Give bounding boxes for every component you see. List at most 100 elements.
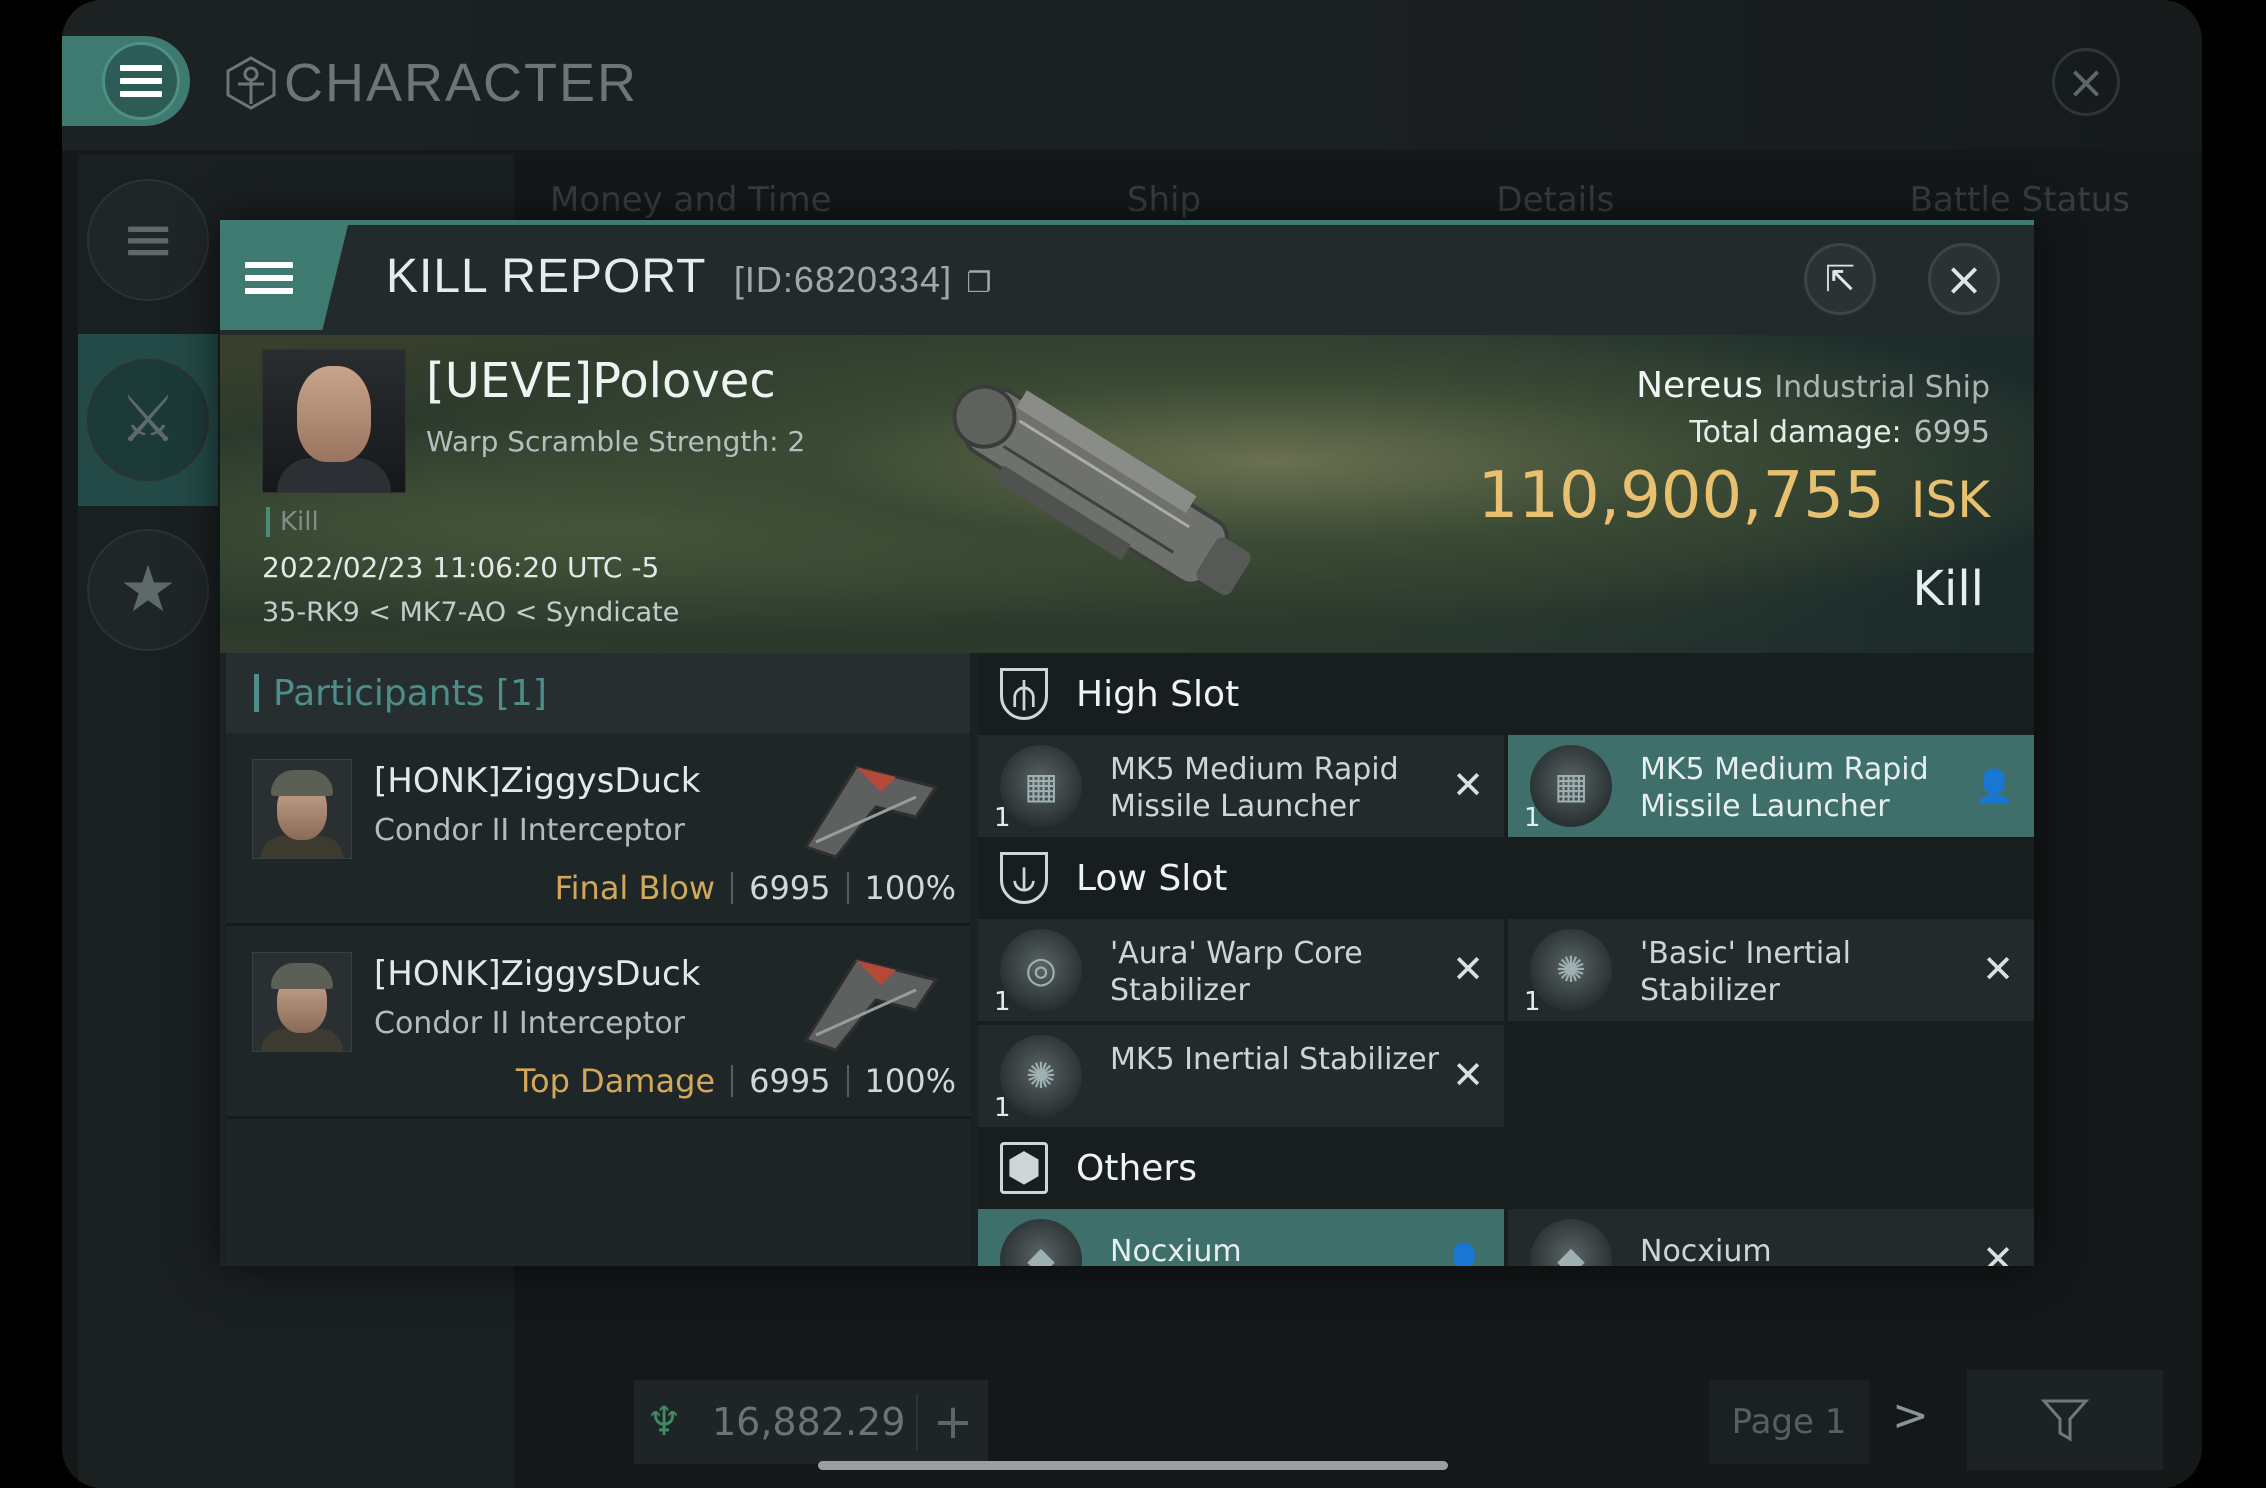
ore-icon: ◆ <box>1530 1219 1612 1266</box>
close-icon: ✕ <box>1452 1053 1484 1097</box>
close-icon: × <box>1944 252 1984 306</box>
crossed-swords-icon: ⚔ <box>87 359 209 481</box>
close-icon: ✕ <box>1982 1237 2014 1266</box>
total-damage-label: Total damage: <box>1689 415 1902 450</box>
isk-unit: ISK <box>1910 471 1990 529</box>
item-quantity: 1 <box>994 1093 1011 1123</box>
filter-button[interactable] <box>1967 1370 2163 1470</box>
tab-ship[interactable]: Ship <box>1127 180 1201 220</box>
fitting-item[interactable]: ✺ 1 'Basic' Inertial Stabilizer ✕ <box>1508 919 2034 1021</box>
fitting-item[interactable]: ◆ Nocxium 👤 <box>978 1209 1504 1266</box>
star-icon: ★ <box>87 529 209 651</box>
item-quantity: 1 <box>1524 803 1541 833</box>
victim-portrait[interactable] <box>262 349 406 493</box>
kill-location[interactable]: 35-RK9 < MK7-AO < Syndicate <box>262 597 679 628</box>
background-tabs: Money and Time Ship Details Battle Statu… <box>550 180 2130 220</box>
high-slot-label: High Slot <box>1076 673 1240 715</box>
low-slot-label: Low Slot <box>1076 857 1228 899</box>
high-slot-header: ⫛ High Slot <box>978 653 2034 735</box>
menu-icon-circle <box>102 42 180 120</box>
participant-percent: 100% <box>864 1062 956 1100</box>
wallet-balance: ♆ 16,882.29 + <box>634 1380 988 1464</box>
participant-portrait <box>252 759 352 859</box>
participant-portrait <box>252 952 352 1052</box>
list-icon: ≡ <box>87 179 209 301</box>
warp-core-stabilizer-icon: ◎ <box>1000 929 1082 1011</box>
copy-icon[interactable]: ❐ <box>966 267 992 298</box>
fitting-item[interactable]: ✺ 1 MK5 Inertial Stabilizer ✕ <box>978 1025 1504 1127</box>
participants-label: Participants <box>273 672 485 714</box>
participant-name: [HONK]ZiggysDuck <box>374 954 701 994</box>
isk-icon: ♆ <box>646 1399 682 1445</box>
main-menu-button[interactable] <box>62 36 190 126</box>
window-close-button[interactable]: × <box>2052 48 2120 116</box>
share-button[interactable]: ⇱ <box>1804 243 1876 315</box>
fitting-item[interactable]: ▦ 1 MK5 Medium Rapid Missile Launcher ✕ <box>978 735 1504 837</box>
cargo-box-icon: ⬢ <box>1000 1142 1048 1194</box>
next-page-button[interactable]: > <box>1892 1390 1929 1441</box>
page-indicator: Page 1 <box>1709 1380 1869 1464</box>
sidebar-item-medals[interactable]: ★ <box>78 504 218 676</box>
tab-money-time[interactable]: Money and Time <box>550 180 832 220</box>
sidebar-item-battles[interactable]: ⚔ <box>78 334 218 506</box>
menu-icon <box>120 65 162 97</box>
kill-date: 2022/02/23 11:06:20 UTC -5 <box>262 551 660 584</box>
item-quantity: 1 <box>1524 987 1541 1017</box>
low-slot-icon: ⫝ <box>1000 852 1048 904</box>
missile-launcher-icon: ▦ <box>1530 745 1612 827</box>
page-title-text: CHARACTER <box>284 53 639 113</box>
isk-amount: 110,900,755 <box>1477 459 1885 533</box>
isk-value: 110,900,755 ISK <box>1478 459 1990 533</box>
item-name: MK5 Medium Rapid Missile Launcher <box>1640 752 1929 824</box>
fitting-item[interactable]: ◆ Nocxium ✕ <box>1508 1209 2034 1266</box>
tab-details[interactable]: Details <box>1496 180 1614 220</box>
victim-banner: [UEVE]Polovec Warp Scramble Strength: 2 … <box>220 335 2034 653</box>
low-slot-header: ⫝ Low Slot <box>978 837 2034 919</box>
person-icon: 👤 <box>1974 767 2014 805</box>
page-title: CHARACTER <box>224 52 638 114</box>
missile-launcher-icon: ▦ <box>1000 745 1082 827</box>
ore-icon: ◆ <box>1000 1219 1082 1266</box>
share-icon: ⇱ <box>1824 258 1856 300</box>
add-funds-button[interactable]: + <box>916 1394 988 1450</box>
dialog-menu-button[interactable] <box>220 225 348 330</box>
wallet-value: 16,882.29 <box>712 1400 906 1444</box>
app-frame: CHARACTER × ≡ ⚔ ★ Money and Time Ship De… <box>62 0 2202 1488</box>
close-icon: ✕ <box>1982 947 2014 991</box>
victim-ship-image[interactable] <box>936 343 1296 643</box>
item-quantity: 1 <box>994 803 1011 833</box>
participant-tag: Top Damage <box>515 1062 716 1100</box>
kill-id: [ID:6820334] <box>733 259 953 300</box>
close-icon: ✕ <box>1452 947 1484 991</box>
fitting-panel: ⫛ High Slot ▦ 1 MK5 Medium Rapid Missile… <box>978 653 2034 1266</box>
high-slot-icon: ⫛ <box>1000 668 1048 720</box>
item-name: MK5 Inertial Stabilizer <box>1110 1042 1439 1077</box>
total-damage: Total damage: 6995 <box>1689 415 1990 450</box>
participant-name: [HONK]ZiggysDuck <box>374 761 701 801</box>
victim-ship[interactable]: Nereus Industrial Ship <box>1636 365 1990 406</box>
item-name: 'Basic' Inertial Stabilizer <box>1640 936 1851 1008</box>
others-header: ⬢ Others <box>978 1127 2034 1209</box>
participant-row[interactable]: [HONK]ZiggysDuck Condor II Interceptor F… <box>226 733 970 926</box>
item-quantity: 1 <box>994 987 1011 1017</box>
item-name: Nocxium <box>1640 1234 1772 1266</box>
participant-ship-image <box>803 958 939 1052</box>
dialog-title-text: KILL REPORT <box>386 250 706 303</box>
dialog-title: KILL REPORT [ID:6820334] ❐ <box>386 249 993 304</box>
inertial-stabilizer-icon: ✺ <box>1530 929 1612 1011</box>
home-indicator <box>818 1461 1448 1470</box>
participants-panel: Participants [1] [HONK]ZiggysDuck Condor… <box>226 653 970 1266</box>
victim-name[interactable]: [UEVE]Polovec <box>426 353 776 409</box>
footer-bar: ♆ 16,882.29 + Page 1 > <box>562 1350 2163 1470</box>
fitting-item[interactable]: ▦ 1 MK5 Medium Rapid Missile Launcher 👤 <box>1508 735 2034 837</box>
dialog-close-button[interactable]: × <box>1928 243 2000 315</box>
participant-damage: 6995 <box>749 1062 831 1100</box>
participant-stats: Final Blow 6995 100% <box>555 869 956 907</box>
participant-row[interactable]: [HONK]ZiggysDuck Condor II Interceptor T… <box>226 926 970 1119</box>
menu-icon <box>245 261 293 294</box>
participants-header: Participants [1] <box>226 653 970 733</box>
participant-ship: Condor II Interceptor <box>374 813 686 848</box>
tab-battle-status[interactable]: Battle Status <box>1910 180 2130 220</box>
sidebar-item-menu[interactable]: ≡ <box>78 154 218 326</box>
fitting-item[interactable]: ◎ 1 'Aura' Warp Core Stabilizer ✕ <box>978 919 1504 1021</box>
